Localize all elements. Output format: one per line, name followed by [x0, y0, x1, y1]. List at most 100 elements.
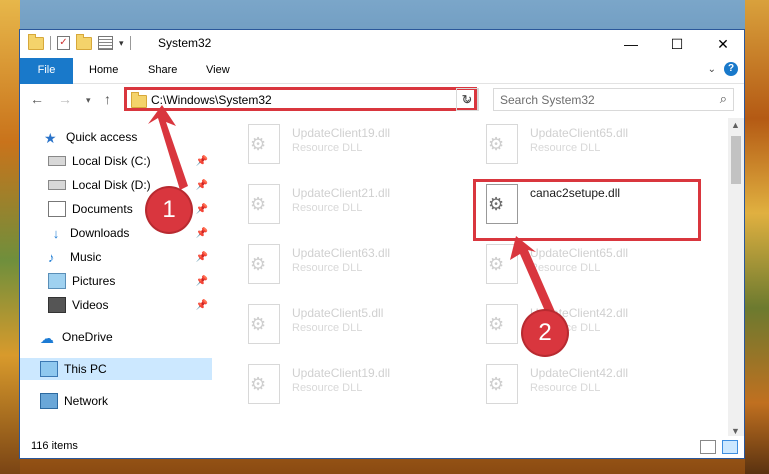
- gear-icon: ⚙: [250, 134, 267, 154]
- window-title: System32: [158, 36, 212, 50]
- close-button[interactable]: ✕: [700, 30, 746, 58]
- file-item[interactable]: ⚙ UpdateClient42.dll Resource DLL: [478, 298, 706, 350]
- folder-icon: [28, 33, 44, 50]
- disk-icon: [48, 156, 66, 166]
- step-1-badge: 1: [147, 188, 191, 232]
- tab-home[interactable]: Home: [77, 58, 130, 83]
- search-input[interactable]: Search System32 ⌕: [493, 88, 734, 111]
- star-icon: ★: [44, 130, 57, 146]
- file-name: UpdateClient21.dll: [292, 186, 391, 200]
- disk-icon: [48, 180, 66, 190]
- file-type: Resource DLL: [292, 202, 363, 214]
- up-icon[interactable]: ↑: [104, 91, 111, 107]
- sidebar-item-onedrive[interactable]: ☁ OneDrive: [40, 326, 212, 348]
- status-bar: 116 items: [20, 436, 744, 458]
- file-name: UpdateClient19.dll: [292, 126, 391, 140]
- file-item[interactable]: ⚙ UpdateClient19.dll Resource DLL: [240, 118, 468, 170]
- back-icon[interactable]: ←: [30, 91, 44, 107]
- chevron-down-icon[interactable]: ▾: [119, 38, 124, 49]
- address-bar[interactable]: C:\Windows\System32 ⌄: [124, 88, 479, 111]
- forward-icon[interactable]: →: [58, 91, 72, 107]
- file-item[interactable]: ⚙ UpdateClient19.dll Resource DLL: [240, 358, 468, 410]
- file-type: Resource DLL: [292, 142, 363, 154]
- file-name: UpdateClient19.dll: [292, 366, 391, 380]
- scroll-up-icon[interactable]: ▲: [731, 120, 740, 130]
- properties-icon[interactable]: [98, 36, 113, 50]
- file-explorer-window: ✓ ▾ System32 — ☐ ✕ File Home Share View …: [19, 29, 745, 459]
- file-type: Resource DLL: [292, 382, 363, 394]
- pin-icon: 📌: [195, 227, 208, 239]
- chevron-down-icon[interactable]: ⌄: [708, 64, 716, 75]
- sidebar-item-local-disk-c[interactable]: Local Disk (C:) 📌: [48, 150, 212, 172]
- file-name: UpdateClient5.dll: [292, 306, 384, 320]
- help-icon[interactable]: ?: [724, 62, 738, 76]
- file-item[interactable]: ⚙ UpdateClient42.dll Resource DLL: [478, 358, 706, 410]
- wallpaper-left: [0, 0, 20, 474]
- pin-icon: 📌: [195, 299, 208, 311]
- sidebar-item-local-disk-d[interactable]: Local Disk (D:) 📌: [48, 174, 212, 196]
- scroll-down-icon[interactable]: ▼: [731, 426, 740, 436]
- pin-icon: 📌: [195, 275, 208, 287]
- file-item[interactable]: ⚙ UpdateClient63.dll Resource DLL: [240, 238, 468, 290]
- file-name: UpdateClient42.dll: [530, 366, 629, 380]
- gear-icon: ⚙: [488, 134, 505, 154]
- item-count: 116 items: [31, 440, 78, 452]
- file-type: Resource DLL: [292, 262, 363, 274]
- sidebar-item-this-pc[interactable]: This PC: [20, 358, 212, 380]
- sidebar-item-downloads[interactable]: ↓ Downloads 📌: [48, 222, 212, 244]
- refresh-icon[interactable]: ↻: [456, 88, 478, 111]
- file-highlight-box: [473, 179, 701, 241]
- address-path[interactable]: C:\Windows\System32: [151, 93, 272, 107]
- sidebar-item-network[interactable]: Network: [40, 390, 212, 412]
- search-icon[interactable]: ⌕: [720, 91, 727, 107]
- file-name: UpdateClient63.dll: [292, 246, 391, 260]
- file-type: Resource DLL: [530, 142, 601, 154]
- download-icon: ↓: [52, 226, 60, 241]
- view-toggle: [700, 440, 738, 454]
- file-type: Resource DLL: [530, 262, 601, 274]
- details-view-icon[interactable]: [700, 440, 716, 454]
- file-type: Resource DLL: [292, 322, 363, 334]
- file-item[interactable]: ⚙ UpdateClient5.dll Resource DLL: [240, 298, 468, 350]
- quick-access-toolbar: ✓ ▾: [28, 33, 131, 50]
- recent-locations-icon[interactable]: ▾: [86, 95, 91, 106]
- sidebar-item-label: Music: [70, 250, 102, 264]
- ribbon-controls: ⌄ ?: [708, 62, 738, 76]
- file-name: UpdateClient65.dll: [530, 126, 629, 140]
- new-folder-icon[interactable]: [76, 33, 92, 50]
- minimize-button[interactable]: —: [608, 30, 654, 58]
- sidebar-item-label: This PC: [64, 362, 107, 376]
- tab-view[interactable]: View: [194, 58, 242, 83]
- sidebar-item-label: Quick access: [66, 130, 138, 144]
- checkmark-icon[interactable]: ✓: [57, 36, 70, 50]
- file-item[interactable]: ⚙ UpdateClient65.dll Resource DLL: [478, 238, 706, 290]
- title-bar: ✓ ▾ System32 — ☐ ✕: [20, 30, 744, 58]
- gear-icon: ⚙: [488, 254, 505, 274]
- gear-icon: ⚙: [250, 374, 267, 394]
- file-item[interactable]: ⚙ UpdateClient21.dll Resource DLL: [240, 178, 468, 230]
- step-2-badge: 2: [523, 311, 567, 355]
- vertical-scrollbar[interactable]: ▲ ▼: [728, 118, 744, 438]
- sidebar-item-label: Downloads: [70, 226, 130, 240]
- navigation-bar: ← → ▾ ↑ C:\Windows\System32 ⌄ ↻ Search S…: [20, 84, 744, 116]
- large-icons-view-icon[interactable]: [722, 440, 738, 454]
- wallpaper-right: [745, 0, 769, 474]
- sidebar-item-label: Local Disk (C:): [72, 154, 151, 168]
- ribbon: File Home Share View ⌄ ?: [20, 58, 744, 110]
- scrollbar-thumb[interactable]: [731, 136, 741, 184]
- file-item[interactable]: ⚙ UpdateClient65.dll Resource DLL: [478, 118, 706, 170]
- tab-share[interactable]: Share: [136, 58, 189, 83]
- sidebar-item-pictures[interactable]: Pictures 📌: [48, 270, 212, 292]
- maximize-button[interactable]: ☐: [654, 30, 700, 58]
- sidebar-item-music[interactable]: ♪ Music 📌: [48, 246, 212, 268]
- folder-icon: [131, 92, 147, 108]
- file-name: UpdateClient65.dll: [530, 246, 629, 260]
- sidebar-item-label: OneDrive: [62, 330, 113, 344]
- navigation-pane: ★ Quick access Local Disk (C:) 📌 Local Dis…: [20, 118, 212, 438]
- sidebar-item-videos[interactable]: Videos 📌: [48, 294, 212, 316]
- sidebar-item-label: Local Disk (D:): [72, 178, 151, 192]
- sidebar-item-quick-access[interactable]: ★ Quick access: [44, 126, 212, 148]
- file-type: Resource DLL: [530, 382, 601, 394]
- gear-icon: ⚙: [250, 254, 267, 274]
- toolbar-separator: [50, 36, 51, 50]
